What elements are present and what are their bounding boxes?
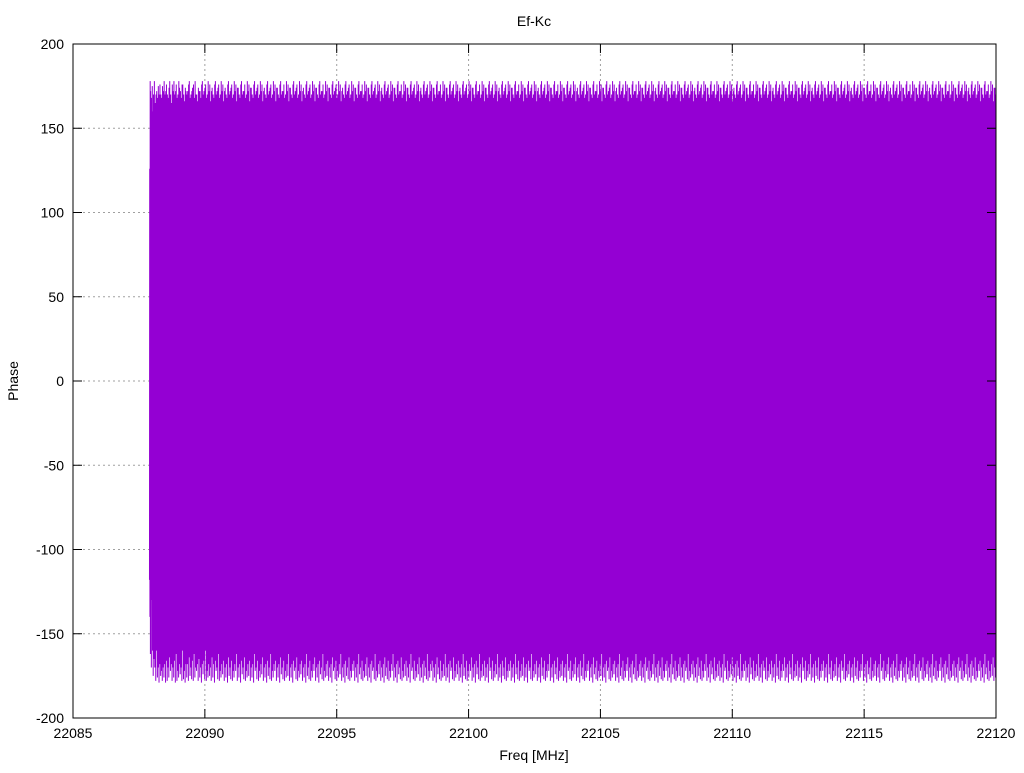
series-layer — [148, 81, 997, 683]
y-tick-label: -50 — [44, 457, 64, 473]
y-tick-label: 100 — [41, 205, 65, 221]
x-tick-label: 22105 — [581, 725, 620, 741]
chart-svg: -200 -150 -100 -50 0 50 100 150 200 22085 22090 220… — [0, 0, 1024, 768]
y-axis-label: Phase — [5, 361, 21, 401]
y-tick-label: 200 — [41, 36, 65, 52]
x-tick-label: 22090 — [185, 725, 224, 741]
x-tick-label: 22095 — [317, 725, 356, 741]
x-tick-label: 22110 — [713, 725, 751, 741]
y-tick-label: 0 — [56, 373, 64, 389]
x-tick-label: 22115 — [845, 725, 883, 741]
x-tick-label: 22120 — [977, 725, 1016, 741]
y-tick-label: 50 — [48, 289, 64, 305]
x-tick-label: 22085 — [54, 725, 93, 741]
y-tick-label: 150 — [41, 120, 65, 136]
y-tick-label: -100 — [36, 542, 64, 558]
phase-series-line-0 — [148, 81, 997, 683]
x-axis-label: Freq [MHz] — [499, 747, 568, 763]
chart: -200 -150 -100 -50 0 50 100 150 200 22085 22090 220… — [0, 0, 1024, 768]
y-tick-label: -150 — [36, 626, 64, 642]
x-tick-label: 22100 — [449, 725, 488, 741]
chart-title: Ef-Kc — [517, 13, 551, 29]
y-tick-label: -200 — [36, 710, 64, 726]
